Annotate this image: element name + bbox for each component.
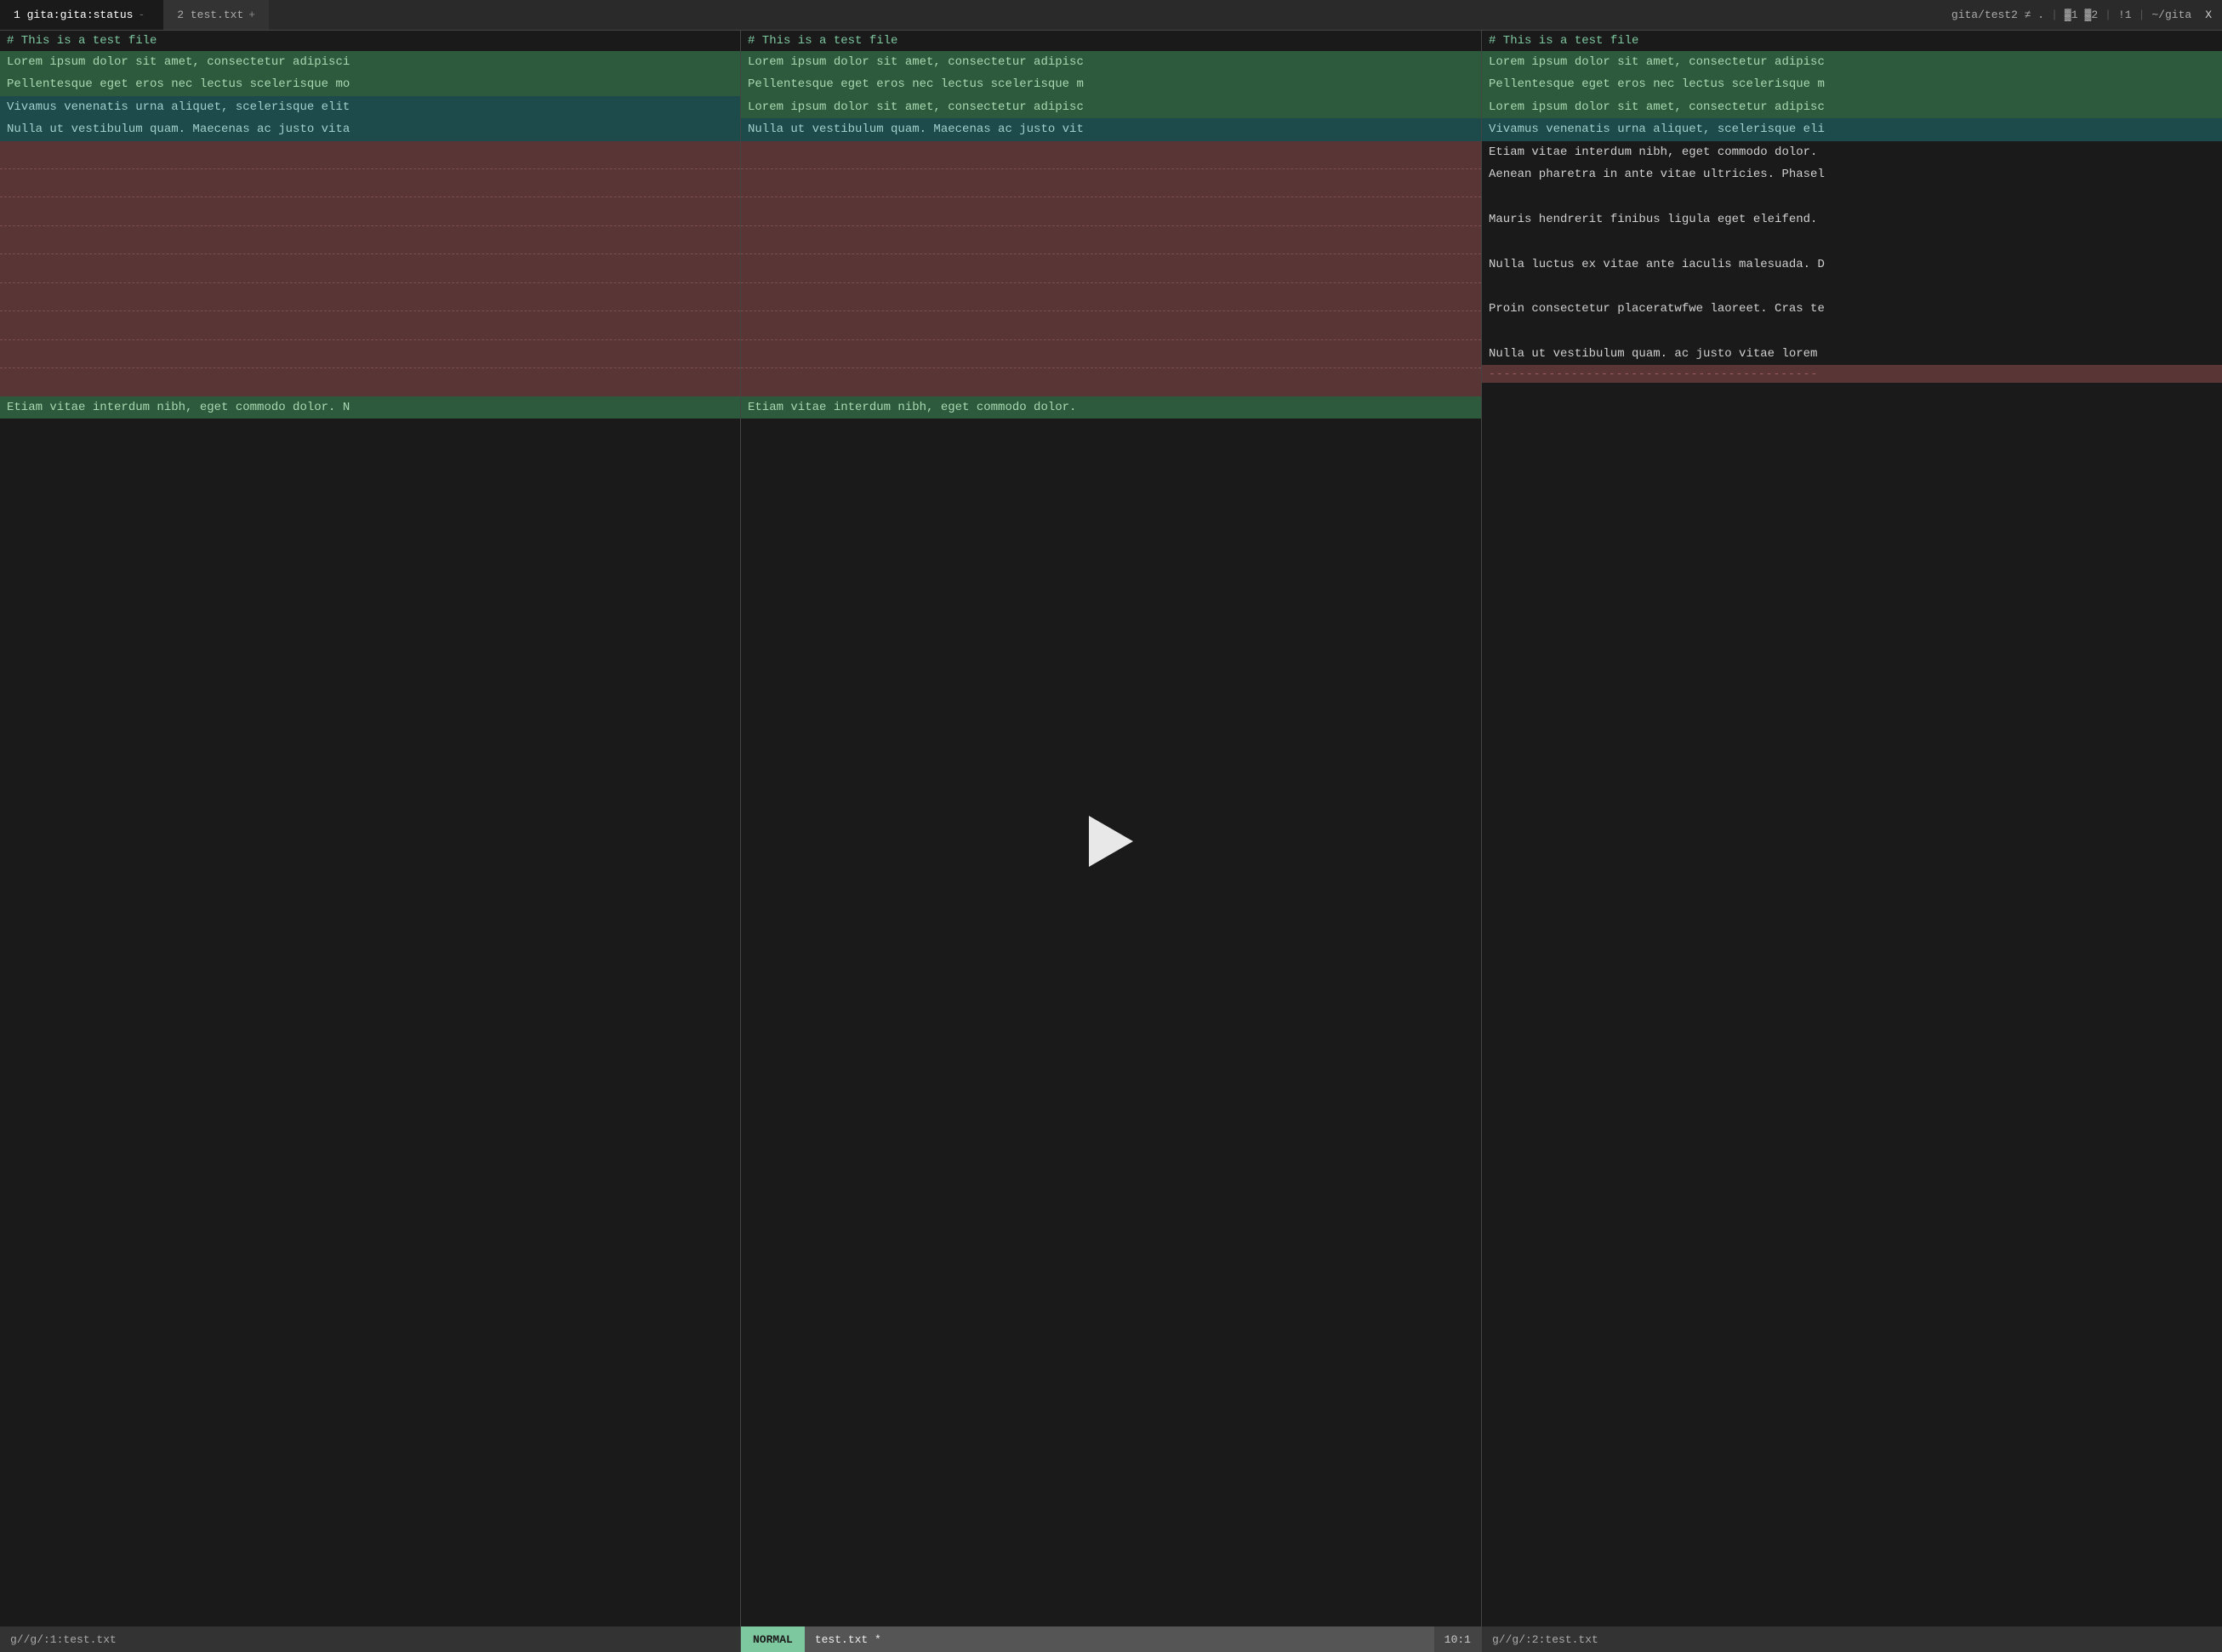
left-file-header: # This is a test file (0, 31, 740, 51)
middle-file-header: # This is a test file (741, 31, 1481, 51)
right-line-12: Proin consectetur placeratwfwe laoreet. … (1482, 298, 2222, 320)
tab-1[interactable]: 1 gita:gita:status - (0, 0, 163, 30)
left-line-1: Lorem ipsum dolor sit amet, consectetur … (0, 51, 740, 73)
right-header-text: # This is a test file (1489, 34, 1638, 48)
right-line-8: Mauris hendrerit finibus ligula eget ele… (1482, 208, 2222, 231)
left-dashed-9 (0, 368, 740, 396)
middle-dashed-1 (741, 141, 1481, 169)
left-header-text: # This is a test file (7, 34, 157, 48)
right-buf2: ▓2 (2085, 9, 2099, 21)
right-line-14: Nulla ut vestibulum quam. ac justo vitae… (1482, 343, 2222, 365)
middle-dashed-6 (741, 283, 1481, 311)
left-bottom-line: Etiam vitae interdum nibh, eget commodo … (0, 396, 740, 419)
left-dashed-2 (0, 169, 740, 197)
right-path: ~/gita (2151, 9, 2191, 21)
middle-dashed-8 (741, 340, 1481, 368)
tab-1-label: 1 gita:gita:status (14, 9, 133, 21)
tab-2[interactable]: 2 test.txt + (163, 0, 269, 30)
middle-dashed-2 (741, 169, 1481, 197)
right-status-bar: g//g/:2:test.txt (1482, 1626, 2222, 1652)
left-dashed-5 (0, 254, 740, 282)
left-dashed-6 (0, 283, 740, 311)
left-dashed-8 (0, 340, 740, 368)
left-dashed-4 (0, 226, 740, 254)
left-line-2: Pellentesque eget eros nec lectus sceler… (0, 73, 740, 95)
tab-separator-1: - (138, 9, 145, 21)
left-content: Lorem ipsum dolor sit amet, consectetur … (0, 51, 740, 1626)
right-line-5: Etiam vitae interdum nibh, eget commodo … (1482, 141, 2222, 163)
left-dashed-1 (0, 141, 740, 169)
right-line-1: Lorem ipsum dolor sit amet, consectetur … (1482, 51, 2222, 73)
tab-2-label: 2 test.txt (177, 9, 243, 21)
middle-content: Lorem ipsum dolor sit amet, consectetur … (741, 51, 1481, 1626)
left-dashed-7 (0, 311, 740, 339)
left-dashed-3 (0, 197, 740, 225)
right-line-13 (1482, 321, 2222, 343)
right-line-7 (1482, 185, 2222, 208)
left-status-bar: g//g/:1:test.txt (0, 1626, 740, 1652)
tab-bar-right: gita/test2 ≠ . | ▓1 ▓2 | !1 | ~/gita X (1951, 9, 2222, 21)
right-line-9 (1482, 231, 2222, 253)
right-content: Lorem ipsum dolor sit amet, consectetur … (1482, 51, 2222, 1626)
right-status-text: g//g/:2:test.txt (1482, 1626, 2222, 1652)
middle-dashed-3 (741, 197, 1481, 225)
tab-2-plus: + (248, 9, 255, 21)
right-line-2: Pellentesque eget eros nec lectus sceler… (1482, 73, 2222, 95)
right-dashed-marker: ----------------------------------------… (1482, 365, 2222, 383)
middle-dashed-4 (741, 226, 1481, 254)
pane-right: # This is a test file Lorem ipsum dolor … (1482, 31, 2222, 1652)
pane-left: # This is a test file Lorem ipsum dolor … (0, 31, 741, 1652)
right-info: gita/test2 ≠ . (1951, 9, 2044, 21)
middle-dashed-7 (741, 311, 1481, 339)
right-line-11 (1482, 276, 2222, 298)
close-icon[interactable]: X (2205, 9, 2212, 21)
middle-line-1: Lorem ipsum dolor sit amet, consectetur … (741, 51, 1481, 73)
mode-indicator: NORMAL (741, 1626, 805, 1652)
left-deleted-block (0, 141, 740, 396)
middle-status-bar: NORMAL test.txt * 10:1 (741, 1626, 1481, 1652)
pane-middle: # This is a test file Lorem ipsum dolor … (741, 31, 1482, 1652)
tab-bar: 1 gita:gita:status - 2 test.txt + gita/t… (0, 0, 2222, 31)
left-status-text: g//g/:1:test.txt (0, 1626, 740, 1652)
left-line-3: Vivamus venenatis urna aliquet, sceleris… (0, 96, 740, 118)
right-mark: !1 (2118, 9, 2132, 21)
right-buf1: ▓1 (2065, 9, 2078, 21)
middle-dashed-5 (741, 254, 1481, 282)
middle-line-4: Nulla ut vestibulum quam. Maecenas ac ju… (741, 118, 1481, 140)
middle-header-text: # This is a test file (748, 34, 897, 48)
left-line-4: Nulla ut vestibulum quam. Maecenas ac ju… (0, 118, 740, 140)
main-area: # This is a test file Lorem ipsum dolor … (0, 31, 2222, 1652)
right-line-3: Lorem ipsum dolor sit amet, consectetur … (1482, 96, 2222, 118)
middle-bottom-line: Etiam vitae interdum nibh, eget commodo … (741, 396, 1481, 419)
middle-filename: test.txt * (805, 1626, 1434, 1652)
right-file-header: # This is a test file (1482, 31, 2222, 51)
middle-dashed-9 (741, 368, 1481, 396)
right-line-4: Vivamus venenatis urna aliquet, sceleris… (1482, 118, 2222, 140)
middle-deleted-block (741, 141, 1481, 396)
right-line-10: Nulla luctus ex vitae ante iaculis males… (1482, 253, 2222, 276)
right-line-6: Aenean pharetra in ante vitae ultricies.… (1482, 163, 2222, 185)
cursor-position: 10:1 (1434, 1626, 1481, 1652)
middle-line-3: Lorem ipsum dolor sit amet, consectetur … (741, 96, 1481, 118)
middle-line-2: Pellentesque eget eros nec lectus sceler… (741, 73, 1481, 95)
